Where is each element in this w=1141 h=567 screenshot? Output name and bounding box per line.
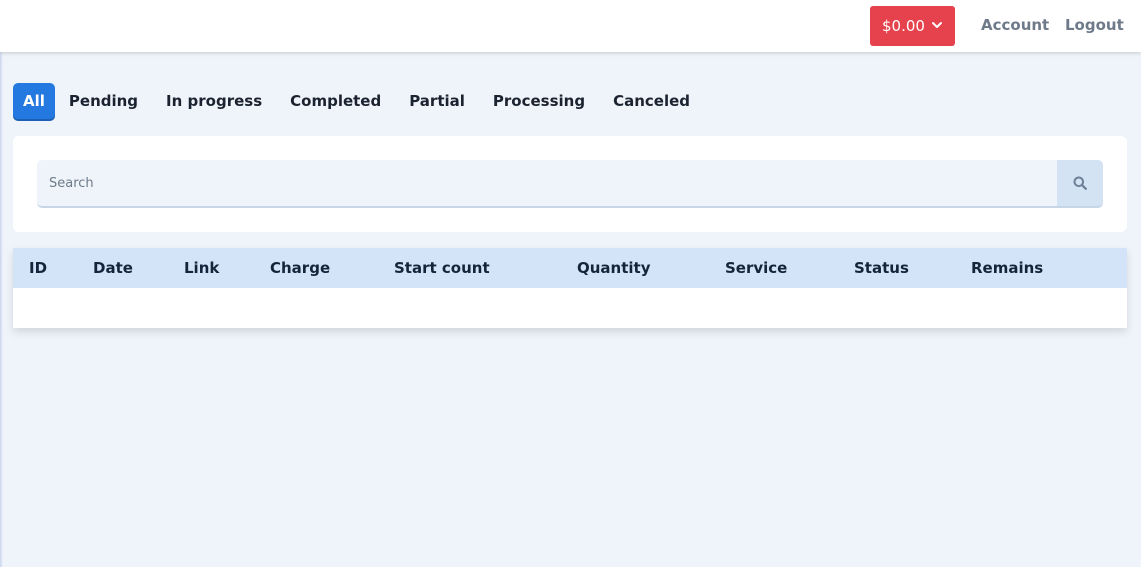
tab-partial[interactable]: Partial bbox=[395, 83, 479, 119]
search-card bbox=[13, 136, 1127, 232]
orders-table: ID Date Link Charge Start count Quantity… bbox=[13, 248, 1127, 328]
tab-canceled[interactable]: Canceled bbox=[599, 83, 704, 119]
column-header-remains: Remains bbox=[971, 259, 1044, 277]
search-icon bbox=[1073, 176, 1087, 190]
balance-amount: $0.00 bbox=[882, 17, 925, 35]
order-status-tabs: All Pending In progress Completed Partia… bbox=[13, 83, 704, 119]
column-header-id: ID bbox=[29, 259, 48, 277]
search-input[interactable] bbox=[37, 160, 1057, 208]
tab-in-progress[interactable]: In progress bbox=[152, 83, 276, 119]
column-header-service: Service bbox=[725, 259, 788, 277]
column-header-quantity: Quantity bbox=[577, 259, 651, 277]
left-edge-shadow bbox=[0, 0, 3, 567]
chevron-down-icon bbox=[932, 22, 942, 28]
tab-all[interactable]: All bbox=[13, 83, 55, 119]
account-link[interactable]: Account bbox=[981, 16, 1049, 34]
column-header-date: Date bbox=[93, 259, 133, 277]
tab-completed[interactable]: Completed bbox=[276, 83, 395, 119]
tab-pending[interactable]: Pending bbox=[55, 83, 152, 119]
tab-processing[interactable]: Processing bbox=[479, 83, 599, 119]
table-header-row: ID Date Link Charge Start count Quantity… bbox=[13, 248, 1127, 288]
logout-link[interactable]: Logout bbox=[1065, 16, 1124, 34]
column-header-status: Status bbox=[854, 259, 909, 277]
column-header-link: Link bbox=[184, 259, 220, 277]
balance-dropdown-button[interactable]: $0.00 bbox=[870, 6, 955, 46]
column-header-charge: Charge bbox=[270, 259, 331, 277]
search-button[interactable] bbox=[1057, 160, 1103, 208]
column-header-start-count: Start count bbox=[394, 259, 490, 277]
top-navbar: $0.00 Account Logout bbox=[0, 0, 1141, 52]
